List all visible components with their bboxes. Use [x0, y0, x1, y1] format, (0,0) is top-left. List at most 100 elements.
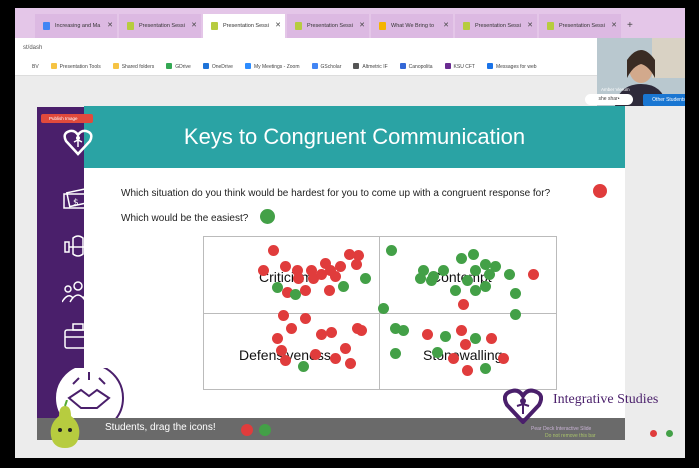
close-tab-icon[interactable]: ✕ — [275, 14, 281, 38]
green-student-marker[interactable] — [359, 272, 371, 284]
bookmark-item[interactable]: KSU CFT — [444, 63, 475, 70]
tab-label: What We Bring to — [391, 23, 434, 29]
red-student-marker[interactable] — [279, 260, 291, 272]
red-student-marker[interactable] — [355, 324, 367, 336]
red-student-marker[interactable] — [350, 258, 362, 270]
bookmark-item[interactable]: Altmetric IF — [353, 63, 388, 70]
other-students-button[interactable]: Other Students — [643, 94, 685, 106]
close-tab-icon[interactable]: ✕ — [191, 14, 197, 38]
red-student-marker[interactable] — [459, 338, 471, 350]
bookmark-item[interactable]: Canopolita — [399, 63, 433, 70]
red-student-marker[interactable] — [271, 332, 283, 344]
bookmark-item[interactable]: GDrive — [166, 63, 191, 70]
red-student-marker[interactable] — [421, 328, 433, 340]
green-student-marker[interactable] — [469, 332, 481, 344]
red-student-marker[interactable] — [485, 332, 497, 344]
red-student-marker[interactable] — [457, 298, 469, 310]
bookmark-item[interactable]: OneDrive — [202, 63, 233, 70]
green-student-marker[interactable] — [455, 252, 467, 264]
green-student-marker[interactable] — [427, 270, 439, 282]
green-student-marker[interactable] — [439, 330, 451, 342]
red-student-marker[interactable] — [277, 309, 289, 321]
close-tab-icon[interactable]: ✕ — [107, 14, 113, 38]
bookmark-item[interactable]: Messages for web — [486, 63, 537, 70]
browser-tab[interactable]: What We Bring to ✕ — [371, 14, 453, 38]
bookmark-item[interactable]: Shared folders — [112, 63, 154, 70]
red-student-marker[interactable] — [497, 352, 509, 364]
red-student-marker[interactable] — [461, 364, 473, 376]
red-student-marker[interactable] — [325, 326, 337, 338]
question-hardest: Which situation do you think would be ha… — [121, 188, 551, 199]
green-student-marker[interactable] — [509, 287, 521, 299]
browser-tab[interactable]: Presentation Sessi ✕ — [119, 14, 201, 38]
green-student-marker[interactable] — [479, 280, 491, 292]
close-tab-icon[interactable]: ✕ — [611, 14, 617, 38]
green-student-marker[interactable] — [289, 288, 301, 300]
red-student-marker[interactable] — [275, 344, 287, 356]
red-student-marker[interactable] — [344, 357, 356, 369]
green-student-marker[interactable] — [449, 284, 461, 296]
browser-tab[interactable]: Presentation Sessi ✕ — [539, 14, 621, 38]
green-student-marker[interactable] — [271, 281, 283, 293]
browser-tab[interactable]: Increasing and Ma ✕ — [35, 14, 117, 38]
green-student-marker[interactable] — [337, 280, 349, 292]
bookmark-icon — [166, 63, 173, 69]
browser-tab[interactable]: Presentation Sessi ✕ — [203, 14, 285, 38]
new-tab-button[interactable]: + — [627, 14, 633, 38]
bookmark-item[interactable]: BV — [23, 63, 39, 70]
close-tab-icon[interactable]: ✕ — [443, 14, 449, 38]
green-student-marker[interactable] — [431, 346, 443, 358]
bookmark-item[interactable]: GScholar — [311, 63, 341, 70]
red-student-marker[interactable] — [292, 272, 304, 284]
red-student-marker[interactable] — [455, 324, 467, 336]
green-student-marker[interactable] — [437, 264, 449, 276]
green-student-marker[interactable] — [469, 284, 481, 296]
green-student-marker[interactable] — [389, 347, 401, 359]
red-student-marker[interactable] — [323, 284, 335, 296]
close-tab-icon[interactable]: ✕ — [527, 14, 533, 38]
red-student-marker[interactable] — [299, 284, 311, 296]
green-student-marker[interactable] — [467, 248, 479, 260]
green-student-marker[interactable] — [509, 308, 521, 320]
green-student-marker[interactable] — [489, 260, 501, 272]
red-student-marker[interactable] — [257, 264, 269, 276]
red-student-marker[interactable] — [279, 354, 291, 366]
green-student-marker[interactable] — [397, 324, 409, 336]
red-student-marker[interactable] — [334, 260, 346, 272]
bookmark-item[interactable]: My Meetings - Zoom — [244, 63, 300, 70]
red-student-marker[interactable] — [299, 312, 311, 324]
bookmark-label: My Meetings - Zoom — [253, 64, 300, 70]
draggable-green-dot[interactable] — [259, 424, 271, 436]
green-student-marker[interactable] — [414, 272, 426, 284]
green-student-marker[interactable] — [503, 268, 515, 280]
bookmark-label: BV — [32, 64, 39, 70]
red-student-marker[interactable] — [309, 348, 321, 360]
bookmark-label: Presentation Tools — [59, 64, 101, 70]
red-student-marker[interactable] — [285, 322, 297, 334]
red-student-marker[interactable] — [343, 248, 355, 260]
pear-icon — [463, 22, 470, 30]
draggable-red-dot[interactable] — [241, 424, 253, 436]
red-student-marker[interactable] — [267, 244, 279, 256]
red-student-marker[interactable] — [339, 342, 351, 354]
green-student-marker[interactable] — [479, 258, 491, 270]
bookmark-label: GDrive — [175, 64, 191, 70]
publish-image-button[interactable]: Publish Image — [41, 114, 93, 123]
red-student-marker[interactable] — [315, 328, 327, 340]
green-student-marker[interactable] — [297, 360, 309, 372]
green-student-marker[interactable] — [385, 244, 397, 256]
red-student-marker[interactable] — [324, 264, 336, 276]
bookmark-item[interactable]: Presentation Tools — [50, 63, 101, 70]
green-student-marker[interactable] — [461, 274, 473, 286]
browser-tab[interactable]: Presentation Sessi ✕ — [455, 14, 537, 38]
share-indicator[interactable]: she shar• — [585, 94, 633, 105]
red-student-marker[interactable] — [329, 352, 341, 364]
green-student-marker[interactable] — [469, 264, 481, 276]
green-student-marker[interactable] — [377, 302, 389, 314]
close-tab-icon[interactable]: ✕ — [359, 14, 365, 38]
address-bar[interactable]: st/dash — [15, 38, 685, 58]
browser-tab[interactable]: Presentation Sessi ✕ — [287, 14, 369, 38]
red-student-marker[interactable] — [447, 352, 459, 364]
red-student-marker[interactable] — [527, 268, 539, 280]
green-student-marker[interactable] — [479, 362, 491, 374]
